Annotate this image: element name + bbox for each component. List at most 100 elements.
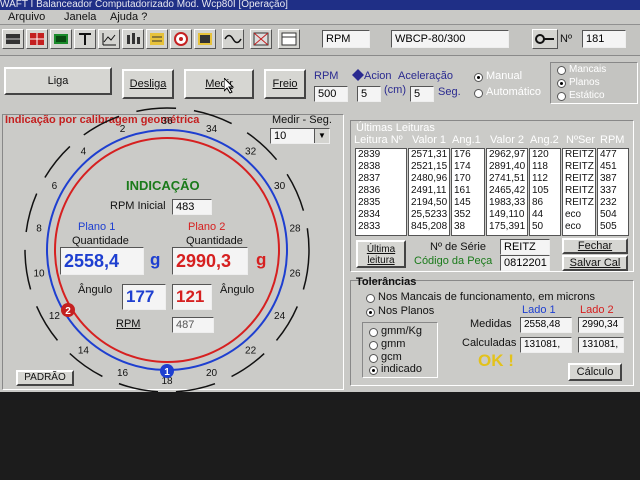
unit-gmmkg-label: gmm/Kg — [381, 325, 422, 337]
table-cell: 50 — [532, 221, 544, 232]
table-cell: 38 — [454, 221, 466, 232]
model-field: WBCP-80/300 — [391, 30, 509, 48]
table-cell: 112 — [532, 173, 548, 184]
acion-input[interactable]: 5 — [357, 86, 381, 102]
col-ang2[interactable]: 120 118 112 105 86 44 50 — [529, 148, 561, 236]
quantidade1-field: 2558,4 — [60, 247, 144, 275]
mouse-cursor-icon — [224, 78, 235, 94]
ultima-leitura-label: Última leitura — [366, 244, 396, 266]
calculadas-label: Calculadas — [462, 337, 517, 349]
table-cell: 2480,96 — [411, 173, 448, 184]
col-valor2[interactable]: 2962,97 2891,40 2741,51 2465,42 1983,33 … — [486, 148, 528, 236]
dial-label: 16 — [117, 368, 129, 379]
acel-input-value: 5 — [414, 88, 421, 100]
mode-auto-radio[interactable] — [474, 89, 483, 98]
toolbar-number-label: Nº — [560, 33, 572, 45]
dial-label: 10 — [33, 269, 45, 280]
table-cell: 25,5233 — [411, 209, 448, 220]
calc1-value: 131081, — [524, 339, 561, 350]
diamond-icon — [352, 69, 364, 81]
calculo-button[interactable]: Cálculo — [568, 363, 622, 381]
qty1-unit: g — [150, 250, 161, 269]
table-cell: 2838 — [358, 161, 381, 172]
col-header-rpm: RPM — [600, 134, 625, 146]
table-cell: 504 — [600, 209, 617, 220]
dial-graphic: 36246810121416182022242628303234 1 2 — [24, 107, 310, 392]
rpm-final-field: 487 — [172, 317, 214, 333]
calc2-field: 131081, — [578, 337, 624, 353]
rpm-inicial-value: 483 — [176, 201, 195, 213]
rpm-final-value: 487 — [176, 319, 195, 331]
rpm-final-label: RPM — [116, 318, 141, 330]
acion-unit: (cm) — [384, 84, 406, 96]
quantidade2-value: 2990,3 — [176, 251, 232, 271]
dial-label: 30 — [274, 181, 286, 192]
unit-gmm-radio[interactable] — [369, 341, 378, 350]
acion-input-value: 5 — [361, 88, 368, 100]
table-cell: 2491,11 — [411, 185, 447, 196]
angulo1-label: Ângulo — [78, 284, 113, 296]
table-cell: 232 — [600, 197, 617, 208]
nserie-input[interactable]: REITZ — [500, 239, 550, 255]
col-leitura[interactable]: 2839 2838 2837 2836 2835 2834 2833 — [355, 148, 407, 236]
opt-estatico-radio[interactable] — [557, 92, 566, 101]
key-icon — [535, 34, 554, 44]
lado1-label: Lado 1 — [522, 304, 556, 316]
ok-status: OK ! — [478, 351, 514, 370]
salvar-cal-button[interactable]: Salvar Cal — [562, 255, 628, 271]
acion-label: Acion — [364, 70, 392, 82]
angulo2-value: 121 — [176, 287, 205, 306]
table-cell: 2891,40 — [489, 161, 526, 172]
tol-mancais-label: Nos Mancais de funcionamento, em microns — [378, 291, 596, 303]
acel-label: Aceleração — [398, 70, 454, 82]
table-cell: 2962,97 — [489, 149, 526, 160]
dial-label: 22 — [245, 346, 257, 357]
calculo-label: Cálculo — [576, 366, 614, 378]
col-nser[interactable]: REITZ REITZ REITZ REITZ REITZ eco eco — [562, 148, 596, 236]
mode-manual-radio[interactable] — [474, 73, 483, 82]
medidas1-value: 2558,48 — [524, 319, 561, 330]
dial-label: 8 — [36, 223, 42, 234]
table-cell: 2837 — [358, 173, 381, 184]
table-cell: 2741,51 — [489, 173, 526, 184]
unit-gmmkg-radio[interactable] — [369, 328, 378, 337]
quantidade1-value: 2558,4 — [64, 251, 120, 271]
table-cell: 477 — [600, 149, 617, 160]
indicacao-heading: INDICAÇÃO — [126, 178, 200, 193]
table-cell: 2521,15 — [411, 161, 448, 172]
rpm-inicial-field: 483 — [172, 199, 212, 215]
col-ang1[interactable]: 176 174 170 161 145 352 38 — [451, 148, 485, 236]
codpeca-value: 0812201 — [504, 257, 547, 269]
table-cell: 451 — [600, 161, 617, 172]
fechar-button[interactable]: Fechar — [562, 238, 628, 254]
col-header-valor2: Valor 2 — [490, 134, 525, 146]
unit-indicado-radio[interactable] — [369, 366, 378, 375]
lado2-label: Lado 2 — [580, 304, 614, 316]
codpeca-input[interactable]: 0812201 — [500, 255, 550, 271]
table-cell: 174 — [454, 161, 471, 172]
col-header-ang2: Ang.2 — [530, 134, 559, 146]
nserie-label: Nº de Série — [430, 241, 486, 253]
padrao-button[interactable]: PADRÃO — [16, 370, 74, 386]
toolbar-key-button[interactable] — [532, 29, 558, 49]
quantidade2-label: Quantidade — [186, 235, 243, 247]
tolerancias-title: Tolerâncias — [356, 276, 417, 288]
opt-mancais-radio[interactable] — [557, 66, 566, 75]
table-cell: eco — [565, 209, 582, 220]
unit-gcm-radio[interactable] — [369, 354, 378, 363]
table-cell: 387 — [600, 173, 617, 184]
dial-label: 14 — [78, 346, 90, 357]
table-cell: 2571,31 — [411, 149, 448, 160]
dial-label: 34 — [206, 124, 218, 135]
dial-label: 2 — [120, 124, 126, 135]
col-valor1[interactable]: 2571,31 2521,15 2480,96 2491,11 2194,50 … — [408, 148, 450, 236]
table-cell: 44 — [532, 209, 544, 220]
codpeca-label: Código da Peça — [414, 255, 493, 267]
tol-planos-radio[interactable] — [366, 308, 375, 317]
col-rpm[interactable]: 477 451 387 337 232 504 505 — [597, 148, 629, 236]
dial-label: 32 — [245, 146, 257, 157]
acel-input[interactable]: 5 — [410, 86, 434, 102]
tol-mancais-radio[interactable] — [366, 294, 375, 303]
opt-planos-radio[interactable] — [557, 79, 566, 88]
ultima-leitura-button[interactable]: Última leitura — [356, 240, 406, 268]
